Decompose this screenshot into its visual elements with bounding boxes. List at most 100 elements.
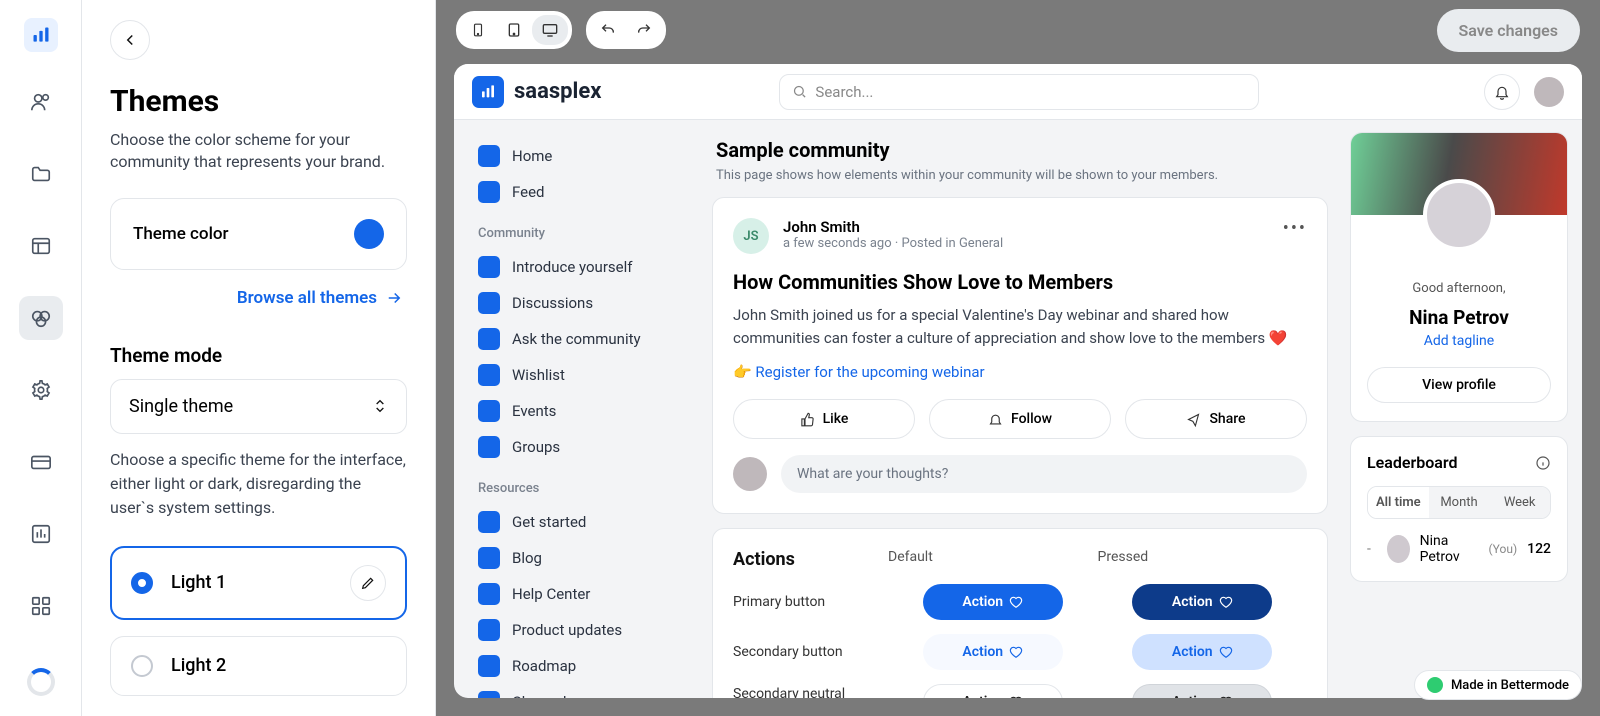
col-pressed: Pressed <box>1098 549 1308 570</box>
folder-icon[interactable] <box>19 152 63 196</box>
follow-button[interactable]: Follow <box>929 399 1111 439</box>
nav-updates[interactable]: Product updates <box>464 612 694 648</box>
theme-option-light-2[interactable]: Light 2 <box>110 636 407 696</box>
search-input[interactable]: Search... <box>779 74 1259 110</box>
avatar[interactable] <box>1534 77 1564 107</box>
viewport-mobile[interactable] <box>460 15 496 45</box>
info-icon[interactable] <box>1535 455 1551 471</box>
viewport-tablet[interactable] <box>496 15 532 45</box>
theme-color-swatch[interactable] <box>354 219 384 249</box>
leaderboard-card: Leaderboard All time Month Week - Nina P… <box>1350 436 1568 582</box>
check-icon <box>1427 677 1443 693</box>
nav-home[interactable]: Home <box>464 138 694 174</box>
secondary-pressed[interactable]: Action <box>1132 634 1272 670</box>
viewport-desktop[interactable] <box>532 15 568 45</box>
post-cta-link[interactable]: 👉 Register for the upcoming webinar <box>733 363 1307 381</box>
home-icon <box>478 145 500 167</box>
nav-label: Introduce yourself <box>512 258 632 276</box>
preview-toolbar: Save changes <box>436 0 1600 60</box>
secondary-default[interactable]: Action <box>923 634 1063 670</box>
leaderboard-row[interactable]: - Nina Petrov (You) 122 <box>1367 533 1551 565</box>
lb-tab-month[interactable]: Month <box>1429 487 1490 518</box>
lb-tab-alltime[interactable]: All time <box>1368 487 1429 518</box>
profile-name: Nina Petrov <box>1351 306 1567 329</box>
nav-blog[interactable]: Blog <box>464 540 694 576</box>
viewport-switcher <box>456 11 572 49</box>
post-author[interactable]: John Smith <box>783 218 1269 236</box>
lb-tab-week[interactable]: Week <box>1489 487 1550 518</box>
apps-icon[interactable] <box>19 584 63 628</box>
edit-theme-button[interactable] <box>350 565 386 601</box>
nav-label: Ask the community <box>512 330 641 348</box>
post-menu[interactable]: ••• <box>1283 218 1307 239</box>
browse-themes-link[interactable]: Browse all themes <box>114 288 403 308</box>
analytics-icon[interactable] <box>19 512 63 556</box>
nav-introduce[interactable]: Introduce yourself <box>464 249 694 285</box>
preview-nav: Home Feed Community Introduce yourself D… <box>454 120 704 698</box>
app-logo[interactable] <box>24 18 58 52</box>
preview-sidebar: Good afternoon, Nina Petrov Add tagline … <box>1336 120 1582 698</box>
save-changes-button[interactable]: Save changes <box>1437 9 1580 52</box>
nav-feed[interactable]: Feed <box>464 174 694 210</box>
neutral-pressed[interactable]: Action <box>1132 684 1272 698</box>
post-title[interactable]: How Communities Show Love to Members <box>733 270 1307 294</box>
calendar-icon <box>478 400 500 422</box>
nav-getstarted[interactable]: Get started <box>464 504 694 540</box>
view-profile-button[interactable]: View profile <box>1367 367 1551 403</box>
nav-label: Help Center <box>512 585 590 603</box>
preview-stage: Save changes saasplex Search... Home Fee… <box>436 0 1600 716</box>
redo-button[interactable] <box>626 15 662 45</box>
like-button[interactable]: Like <box>733 399 915 439</box>
neutral-default[interactable]: Action <box>923 684 1063 698</box>
browse-themes-label: Browse all themes <box>237 288 377 308</box>
theme-option-label: Light 2 <box>171 655 386 676</box>
primary-pressed[interactable]: Action <box>1132 584 1272 620</box>
theme-color-card[interactable]: Theme color <box>110 198 407 270</box>
nav-ask[interactable]: Ask the community <box>464 321 694 357</box>
post-avatar[interactable]: JS <box>733 218 769 254</box>
bettermode-badge[interactable]: Made in Bettermode <box>1414 670 1582 700</box>
nav-wishlist[interactable]: Wishlist <box>464 357 694 393</box>
follow-label: Follow <box>1011 411 1052 427</box>
row-secondary: Secondary button <box>733 644 888 660</box>
sample-post: JS John Smith a few seconds ago · Posted… <box>712 197 1328 514</box>
radio-icon <box>131 572 153 594</box>
theme-mode-select[interactable]: Single theme <box>110 379 407 434</box>
add-tagline-link[interactable]: Add tagline <box>1351 333 1567 349</box>
theme-icon[interactable] <box>19 296 63 340</box>
nav-label: Feed <box>512 183 545 201</box>
share-button[interactable]: Share <box>1125 399 1307 439</box>
nav-discussions[interactable]: Discussions <box>464 285 694 321</box>
group-icon <box>478 436 500 458</box>
nav-changelog[interactable]: Changelog <box>464 684 694 698</box>
billing-icon[interactable] <box>19 440 63 484</box>
nav-label: Home <box>512 147 552 165</box>
nav-label: Wishlist <box>512 366 565 384</box>
nav-label: Get started <box>512 513 586 531</box>
nav-groups[interactable]: Groups <box>464 429 694 465</box>
nav-roadmap[interactable]: Roadmap <box>464 648 694 684</box>
sample-title: Sample community <box>716 138 1324 162</box>
comment-input[interactable]: What are your thoughts? <box>781 455 1307 493</box>
profile-avatar[interactable] <box>1423 179 1495 251</box>
preview-header: saasplex Search... <box>454 64 1582 120</box>
share-label: Share <box>1209 411 1245 427</box>
primary-default[interactable]: Action <box>923 584 1063 620</box>
brand[interactable]: saasplex <box>472 76 601 108</box>
nav-events[interactable]: Events <box>464 393 694 429</box>
nav-help[interactable]: Help Center <box>464 576 694 612</box>
question-icon <box>478 328 500 350</box>
back-button[interactable] <box>110 20 150 60</box>
notifications-button[interactable] <box>1484 74 1520 110</box>
nav-label: Product updates <box>512 621 622 639</box>
layout-icon[interactable] <box>19 224 63 268</box>
brand-name: saasplex <box>514 79 601 104</box>
settings-icon[interactable] <box>19 368 63 412</box>
theme-color-label: Theme color <box>133 224 229 244</box>
nav-section-resources: Resources <box>464 465 694 504</box>
row-primary: Primary button <box>733 594 888 610</box>
theme-option-light-1[interactable]: Light 1 <box>110 546 407 620</box>
undo-button[interactable] <box>590 15 626 45</box>
people-icon[interactable] <box>19 80 63 124</box>
search-placeholder: Search... <box>815 83 873 101</box>
